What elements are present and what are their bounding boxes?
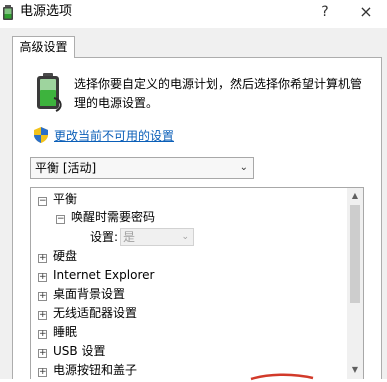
tree-scrollbar[interactable]: ▲ ▼ xyxy=(347,188,363,379)
expand-icon[interactable]: + xyxy=(38,273,47,282)
close-button[interactable]: × xyxy=(358,3,374,21)
settings-tree[interactable]: − 平衡 − 唤醒时需要密码 设置: 是 ⌄ + 硬盘 + Internet Explo… xyxy=(30,187,364,379)
chevron-down-icon: ⌄ xyxy=(239,162,248,173)
expand-icon[interactable]: + xyxy=(38,254,47,263)
change-settings-link[interactable]: 更改当前不可用的设置 xyxy=(54,128,174,144)
tree-item-sleep[interactable]: + 睡眠 xyxy=(38,322,77,342)
chevron-down-icon: ⌄ xyxy=(181,232,189,242)
expand-icon[interactable]: + xyxy=(38,311,47,320)
tree-item-power-buttons-lid[interactable]: + 电源按钮和盖子 xyxy=(38,360,137,379)
tree-item-label: 电源按钮和盖子 xyxy=(53,363,138,377)
tree-item-label: USB 设置 xyxy=(53,344,106,358)
tree-item-label: 桌面背景设置 xyxy=(53,287,126,301)
power-plan-value: 平衡 [活动] xyxy=(35,161,97,175)
tree-item-label: 无线适配器设置 xyxy=(53,306,138,320)
setting-value-dropdown[interactable]: 是 ⌄ xyxy=(120,228,194,246)
tree-item-wireless-adapter[interactable]: + 无线适配器设置 xyxy=(38,303,137,323)
help-button[interactable]: ? xyxy=(318,3,332,21)
tree-item-setting: 设置: 是 ⌄ xyxy=(31,227,201,247)
collapse-icon[interactable]: − xyxy=(38,197,47,206)
scrollbar-thumb[interactable] xyxy=(350,205,360,303)
setting-label: 设置: xyxy=(90,230,119,244)
power-options-window: 电源选项 ? × 高级设置 选择你要自定义的电源计划，然后选择你希望计算机管理的… xyxy=(0,0,387,381)
expand-icon[interactable]: + xyxy=(38,349,47,358)
power-options-icon xyxy=(3,5,13,20)
window-title: 电源选项 xyxy=(20,4,73,19)
scroll-up-arrow-icon[interactable]: ▲ xyxy=(347,188,363,204)
expand-icon[interactable]: + xyxy=(38,330,47,339)
tree-item-label: Internet Explorer xyxy=(53,268,155,282)
tree-item-hard-disk[interactable]: + 硬盘 xyxy=(38,246,77,266)
scroll-down-arrow-icon[interactable]: ▼ xyxy=(347,362,363,378)
description-text: 选择你要自定义的电源计划，然后选择你希望计算机管理的电源设置。 xyxy=(74,77,363,110)
tree-item-label: 硬盘 xyxy=(53,249,78,263)
red-annotation-mark xyxy=(250,373,314,381)
tree-item-internet-explorer[interactable]: + Internet Explorer xyxy=(38,265,154,285)
tree-item-label: 睡眠 xyxy=(53,325,78,339)
battery-icon xyxy=(37,73,62,112)
tree-item-usb-settings[interactable]: + USB 设置 xyxy=(38,341,105,361)
power-plan-dropdown[interactable]: 平衡 [活动] ⌄ xyxy=(30,157,254,179)
setting-value: 是 xyxy=(123,230,136,244)
expand-icon[interactable]: + xyxy=(38,292,47,301)
tree-item-wake-password[interactable]: − 唤醒时需要密码 xyxy=(56,207,155,227)
tree-item-balanced[interactable]: − 平衡 xyxy=(38,189,77,209)
expand-icon[interactable]: + xyxy=(38,368,47,377)
tree-item-desktop-background[interactable]: + 桌面背景设置 xyxy=(38,284,125,304)
tab-advanced-settings[interactable]: 高级设置 xyxy=(12,36,75,58)
title-bar[interactable]: 电源选项 ? × xyxy=(0,0,387,28)
shield-icon xyxy=(34,127,48,143)
tree-item-label: 唤醒时需要密码 xyxy=(71,210,156,224)
tree-item-label: 平衡 xyxy=(53,192,78,206)
collapse-icon[interactable]: − xyxy=(56,215,65,224)
